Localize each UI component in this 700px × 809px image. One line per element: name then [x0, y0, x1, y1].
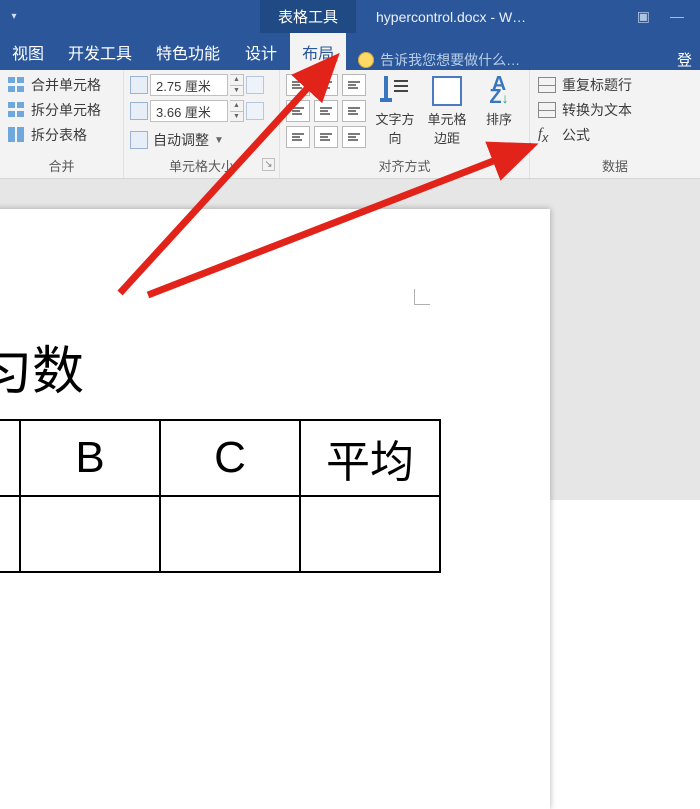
sort-button[interactable]: AZ↓ 排序: [476, 74, 522, 128]
row-height-spinner[interactable]: ▲▼: [230, 74, 244, 96]
contextual-tab-table-tools[interactable]: 表格工具: [260, 0, 356, 33]
split-cells-label: 拆分单元格: [31, 100, 101, 120]
split-table-icon: [8, 127, 26, 143]
distribute-rows-button[interactable]: [246, 76, 264, 94]
minimize-icon[interactable]: —: [670, 8, 684, 25]
sign-in-button[interactable]: 登: [657, 49, 700, 70]
sort-label: 排序: [486, 109, 512, 128]
group-alignment-label: 对齐方式: [280, 156, 529, 178]
col-width-input[interactable]: [150, 100, 228, 122]
ribbon-display-options-icon[interactable]: ▣: [637, 8, 650, 25]
split-table-label: 拆分表格: [31, 125, 87, 145]
repeat-header-label: 重复标题行: [562, 75, 632, 95]
col-width-control: ▲▼: [130, 100, 264, 122]
split-cells-icon: [8, 102, 26, 118]
cell-size-launcher-icon[interactable]: ↘: [262, 158, 275, 171]
convert-to-text-icon: [538, 102, 556, 118]
align-top-left[interactable]: [286, 74, 310, 96]
merge-cells-label: 合并单元格: [31, 75, 101, 95]
group-cell-size-label: 单元格大小 ↘: [124, 156, 279, 178]
qat-dropdown-icon[interactable]: ▾: [0, 11, 28, 22]
align-top-right[interactable]: [342, 74, 366, 96]
document-page: 匀数 B C 平均: [0, 209, 550, 809]
row-height-input[interactable]: [150, 74, 228, 96]
tab-view[interactable]: 视图: [0, 33, 56, 70]
table-cell[interactable]: 平均: [300, 420, 440, 496]
tab-design[interactable]: 设计: [232, 33, 290, 70]
table-cell[interactable]: [160, 496, 300, 572]
table-cell[interactable]: [20, 496, 160, 572]
sort-icon: AZ↓: [484, 76, 514, 106]
align-mid-right[interactable]: [342, 100, 366, 122]
title-bar: ▾ 表格工具 hypercontrol.docx - W… ▣ —: [0, 0, 700, 33]
formula-icon: fx: [538, 126, 556, 145]
align-mid-center[interactable]: [314, 100, 338, 122]
group-merge-label: 合并: [0, 156, 123, 178]
merge-cells-button[interactable]: 合并单元格: [6, 74, 103, 96]
table-cell[interactable]: [0, 420, 20, 496]
align-bot-left[interactable]: [286, 126, 310, 148]
document-title: hypercontrol.docx - W…: [356, 9, 621, 25]
table-row: B C 平均: [0, 420, 440, 496]
crop-mark: [414, 289, 430, 305]
group-data-label: 数据: [530, 156, 700, 178]
document-table[interactable]: B C 平均: [0, 419, 441, 573]
align-mid-left[interactable]: [286, 100, 310, 122]
group-data: 重复标题行 转换为文本 fx 公式 数据: [530, 70, 700, 178]
autofit-icon: [130, 131, 148, 149]
text-direction-label: 文字方向: [372, 109, 418, 147]
col-width-spinner[interactable]: ▲▼: [230, 100, 244, 122]
tell-me-placeholder: 告诉我您想要做什么…: [380, 50, 520, 70]
tab-developer[interactable]: 开发工具: [56, 33, 144, 70]
align-top-center[interactable]: [314, 74, 338, 96]
ribbon-tabs: 视图 开发工具 特色功能 设计 布局 告诉我您想要做什么… 登: [0, 33, 700, 70]
chevron-down-icon: ▼: [214, 135, 224, 146]
align-bot-right[interactable]: [342, 126, 366, 148]
document-heading: 匀数: [0, 329, 84, 404]
document-area[interactable]: 匀数 B C 平均: [0, 179, 700, 500]
convert-to-text-label: 转换为文本: [562, 100, 632, 120]
group-alignment: 文字方向 单元格边距 AZ↓ 排序 对齐方式: [280, 70, 530, 178]
tell-me-search[interactable]: 告诉我您想要做什么…: [346, 50, 657, 70]
align-bot-center[interactable]: [314, 126, 338, 148]
row-height-icon: [130, 76, 148, 94]
table-cell[interactable]: [300, 496, 440, 572]
autofit-button[interactable]: 自动调整 ▼: [130, 126, 264, 150]
autofit-label: 自动调整: [153, 130, 209, 150]
merge-cells-icon: [8, 77, 26, 93]
lightbulb-icon: [358, 52, 374, 68]
repeat-header-icon: [538, 77, 556, 93]
group-merge: 合并单元格 拆分单元格 拆分表格 合并: [0, 70, 124, 178]
repeat-header-rows-button[interactable]: 重复标题行: [536, 74, 634, 96]
ribbon: 合并单元格 拆分单元格 拆分表格 合并 ▲▼: [0, 70, 700, 179]
group-cell-size: ▲▼ ▲▼ 自动调整 ▼ 单元格大小 ↘: [124, 70, 280, 178]
formula-button[interactable]: fx 公式: [536, 124, 634, 146]
table-cell[interactable]: [0, 496, 20, 572]
table-row: [0, 496, 440, 572]
table-cell[interactable]: B: [20, 420, 160, 496]
distribute-cols-button[interactable]: [246, 102, 264, 120]
convert-to-text-button[interactable]: 转换为文本: [536, 99, 634, 121]
text-direction-icon: [380, 76, 410, 106]
cell-margins-button[interactable]: 单元格边距: [424, 74, 470, 147]
table-cell[interactable]: C: [160, 420, 300, 496]
cell-margins-icon: [432, 76, 462, 106]
row-height-control: ▲▼: [130, 74, 264, 96]
split-table-button[interactable]: 拆分表格: [6, 124, 103, 146]
split-cells-button[interactable]: 拆分单元格: [6, 99, 103, 121]
cell-margins-label: 单元格边距: [424, 109, 470, 147]
formula-label: 公式: [562, 125, 590, 145]
tab-layout[interactable]: 布局: [290, 33, 346, 70]
col-width-icon: [130, 102, 148, 120]
text-direction-button[interactable]: 文字方向: [372, 74, 418, 147]
tab-special[interactable]: 特色功能: [144, 33, 232, 70]
alignment-grid: [286, 74, 366, 148]
